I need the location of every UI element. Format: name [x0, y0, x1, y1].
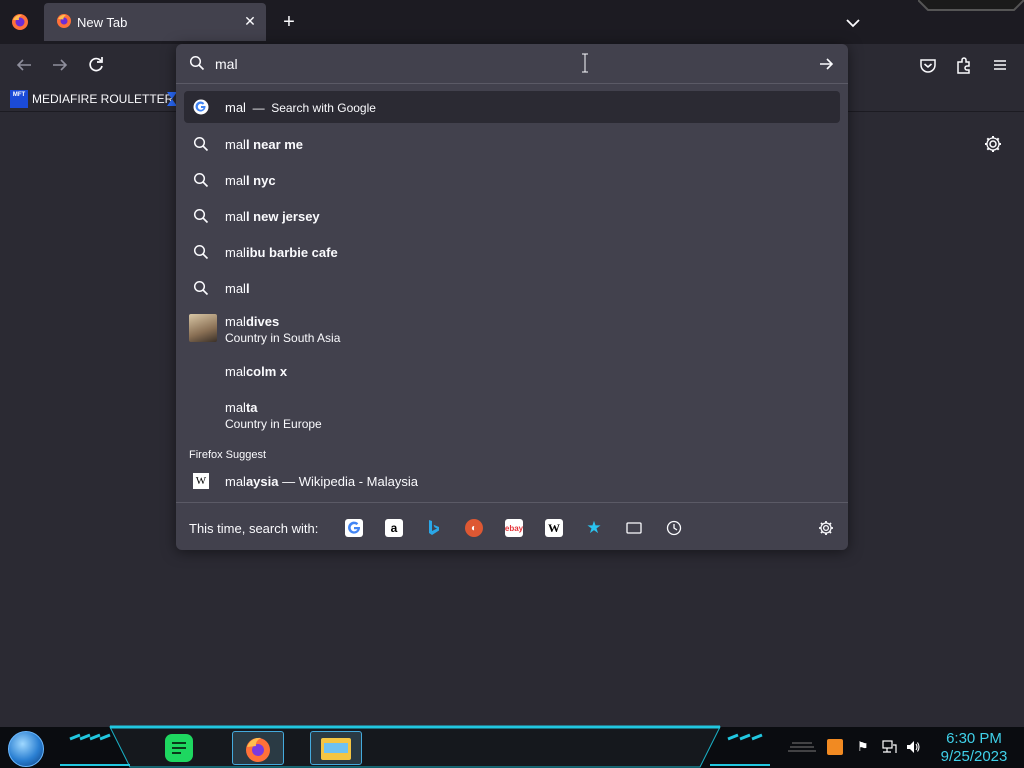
duckduckgo-icon[interactable]: ◐	[465, 519, 483, 537]
heuristic-search-row[interactable]: mal — Search with Google	[184, 91, 840, 123]
suggestion-typed: mal	[225, 137, 246, 152]
network-icon[interactable]	[881, 739, 897, 755]
one-off-label: This time, search with:	[189, 521, 319, 536]
wikipedia-icon[interactable]: W	[545, 519, 563, 537]
bookmark-label: MEDIAFIRE ROULETTER	[32, 92, 174, 106]
urlbar-input-row	[176, 44, 848, 84]
firefox-icon	[246, 737, 270, 762]
search-icon	[193, 208, 209, 224]
volume-icon[interactable]	[905, 739, 921, 755]
history-clock-icon[interactable]	[665, 519, 683, 537]
customize-gear-icon[interactable]	[983, 134, 1003, 154]
clock-time: 6:30 PM	[946, 730, 1002, 747]
suggestion-row[interactable]: mall new jersey	[184, 200, 840, 232]
tab-strip: New Tab ✕ +	[0, 0, 1024, 44]
rich-suggestion-row[interactable]: malta Country in Europe	[184, 389, 840, 433]
search-icon	[193, 136, 209, 152]
tray-app-icon[interactable]	[827, 739, 843, 755]
search-settings-gear-icon[interactable]	[817, 519, 835, 537]
heuristic-typed: mal	[225, 100, 246, 115]
ebay-icon[interactable]: ebay	[505, 519, 523, 537]
suggestion-row[interactable]: mall	[184, 272, 840, 304]
flag-icon[interactable]: ⚑	[857, 739, 873, 755]
go-arrow-icon[interactable]	[817, 55, 835, 73]
heuristic-separator: —	[252, 101, 265, 115]
firefox-tab-icon	[57, 14, 71, 28]
suggestion-row[interactable]: mall near me	[184, 128, 840, 160]
firefox-suggest-row[interactable]: W malaysia — Wikipedia - Malaysia	[184, 468, 840, 494]
suggestion-typed: mal	[225, 209, 246, 224]
file-explorer-taskbar-button[interactable]	[310, 731, 362, 765]
notes-app-icon	[165, 734, 193, 762]
suggestion-completion: colm x	[245, 364, 288, 379]
suggestion-completion: l nyc	[245, 173, 276, 188]
search-icon	[193, 172, 209, 188]
suggestion-completion: l new jersey	[245, 209, 320, 224]
tabs-icon[interactable]	[625, 519, 643, 537]
suggestion-typed: mal	[225, 474, 246, 489]
one-off-search-bar: This time, search with: a ◐ ebay W ★	[176, 502, 848, 550]
bookmark-mediafire-rouletter[interactable]: MFT MEDIAFIRE ROULETTER	[10, 89, 173, 109]
firefox-taskbar-button[interactable]	[232, 731, 284, 765]
urlbar-popup: mal — Search with Google mall near me ma…	[176, 44, 848, 550]
suggestion-typed: mal	[225, 245, 246, 260]
wikipedia-icon: W	[193, 473, 209, 489]
amazon-icon[interactable]: a	[385, 519, 403, 537]
firefox-view-icon[interactable]	[10, 12, 30, 32]
tab-title: New Tab	[77, 15, 128, 30]
suggestion-row[interactable]: malibu barbie cafe	[184, 236, 840, 268]
suggestion-completion: l	[245, 281, 250, 296]
bookmarks-star-icon[interactable]: ★	[585, 518, 603, 537]
suggestion-completion: aysia	[245, 474, 279, 489]
search-icon	[193, 244, 209, 260]
firefox-suggest-label: Firefox Suggest	[189, 449, 267, 461]
suggestion-row[interactable]: mall nyc	[184, 164, 840, 196]
extensions-icon[interactable]	[953, 54, 975, 76]
menu-icon[interactable]	[989, 54, 1011, 76]
rich-suggestion-row[interactable]: malcolm x	[184, 352, 840, 384]
suggestion-completion: ibu barbie cafe	[245, 245, 338, 260]
tab-new-tab[interactable]: New Tab ✕	[44, 3, 266, 41]
reload-icon[interactable]	[85, 54, 107, 76]
pocket-icon[interactable]	[917, 54, 939, 76]
suggestion-typed: mal	[225, 173, 246, 188]
new-tab-button[interactable]: +	[278, 12, 300, 34]
chevron-down-icon[interactable]	[842, 12, 864, 34]
close-tab-icon[interactable]: ✕	[242, 13, 258, 29]
rich-suggestion-row[interactable]: maldives Country in South Asia	[184, 308, 840, 348]
notes-app-button[interactable]	[162, 731, 196, 765]
bing-icon[interactable]	[425, 519, 443, 537]
window-frame-decoration	[918, 0, 1024, 11]
search-icon	[189, 55, 205, 71]
heuristic-action: Search with Google	[271, 101, 376, 115]
start-button[interactable]	[8, 731, 44, 767]
clock-date: 9/25/2023	[940, 748, 1008, 765]
search-icon	[193, 280, 209, 296]
suggestion-source: — Wikipedia - Malaysia	[282, 474, 418, 489]
suggestion-completion: l near me	[245, 137, 304, 152]
folder-icon	[321, 738, 351, 760]
google-icon[interactable]	[345, 519, 363, 537]
suggestion-completion: dives	[245, 314, 280, 329]
thumbnail-image	[189, 314, 217, 342]
suggestion-typed: mal	[225, 314, 246, 329]
urlbar-input[interactable]	[215, 56, 775, 72]
back-arrow-icon[interactable]	[13, 54, 35, 76]
suggestion-completion: ta	[245, 400, 258, 415]
google-icon	[193, 99, 209, 115]
taskbar-clock[interactable]: 6:30 PM 9/25/2023	[932, 730, 1016, 766]
suggestion-description: Country in South Asia	[225, 331, 341, 345]
text-cursor-icon	[582, 53, 588, 73]
forward-arrow-icon[interactable]	[49, 54, 71, 76]
suggestion-typed: mal	[225, 400, 246, 415]
suggestion-description: Country in Europe	[225, 417, 322, 431]
bookmark-favicon-icon: MFT	[10, 90, 28, 108]
suggestion-typed: mal	[225, 364, 246, 379]
suggestion-typed: mal	[225, 281, 246, 296]
